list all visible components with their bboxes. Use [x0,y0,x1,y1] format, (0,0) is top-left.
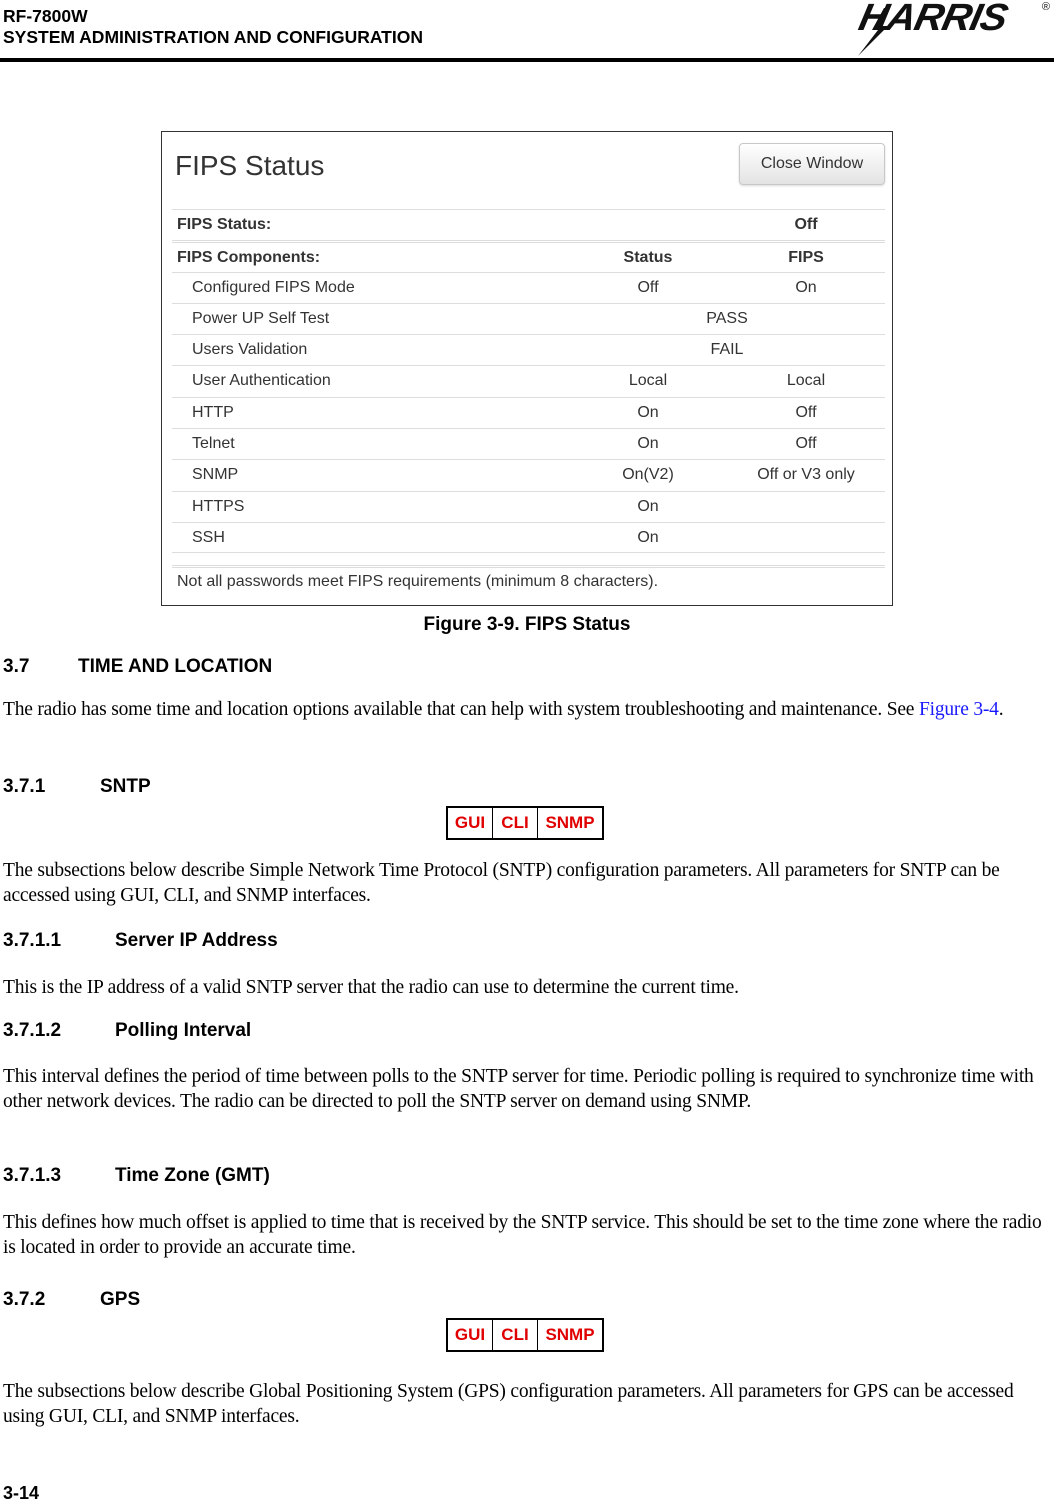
heading-3-7-1-3: 3.7.1.3 Time Zone (GMT) [3,1165,270,1187]
component-status: On [637,497,659,515]
component-label: HTTPS [192,497,245,515]
heading-3-7-1: 3.7.1 SNTP [3,776,151,798]
section-number: 3.7.1.3 [3,1165,62,1186]
interface-badges-sntp: GUI CLI SNMP [446,806,604,840]
component-fips-requirement: Off [795,403,817,421]
snmp-badge: SNMP [545,1325,595,1344]
password-warning: Not all passwords meet FIPS requirements… [177,573,659,590]
section-title: Server IP Address [115,930,278,951]
components-header-row: FIPS Components: Status FIPS [172,240,885,271]
window-title: FIPS Status [175,150,325,181]
fips-status-value: Off [794,216,818,233]
component-fips-requirement: Off or V3 only [757,466,855,484]
component-result: PASS [706,309,748,327]
harris-logo: HARRIS ® [850,0,1054,58]
component-status: On [637,528,659,546]
paragraph-server-ip: This is the IP address of a valid SNTP s… [3,977,739,998]
cli-badge: CLI [493,808,538,838]
manual-title: SYSTEM ADMINISTRATION AND CONFIGURATION [3,27,423,47]
document-header: RF-7800W SYSTEM ADMINISTRATION AND CONFI… [3,6,423,48]
components-header-label: FIPS Components: [177,249,321,267]
header-rule [0,58,1054,62]
close-window-button[interactable]: Close Window [739,143,885,185]
heading-3-7: 3.7 TIME AND LOCATION [3,656,272,678]
fips-column-header: FIPS [788,249,824,267]
component-row: Telnet On Off [172,428,885,459]
component-label: Telnet [192,435,235,453]
paragraph-sntp: The subsections below describe Simple Ne… [3,860,1000,906]
component-row: User Authentication Local Local [172,365,885,396]
gui-badge: GUI [448,808,493,838]
component-row: SSH On [172,521,885,554]
gui-badge: GUI [448,1320,493,1350]
logo-wordmark: HARRIS [855,0,1011,39]
paragraph-gps: The subsections below describe Global Po… [3,1381,1014,1427]
component-label: Power UP Self Test [192,309,330,327]
product-name: RF-7800W [3,6,88,26]
figure-caption: Figure 3-9. FIPS Status [423,614,631,635]
section-number: 3.7.1 [3,776,46,797]
fips-status-label: FIPS Status: [177,216,272,233]
section-number: 3.7.1.1 [3,930,62,951]
component-status: Off [637,278,659,296]
section-number: 3.7.2 [3,1289,46,1310]
figure-3-4-link[interactable]: Figure 3-4 [919,699,999,720]
paragraph-polling-interval: This interval defines the period of time… [3,1066,1034,1112]
component-label: HTTP [192,403,234,421]
component-fips-requirement: On [795,278,817,296]
paragraph-time-zone: This defines how much offset is applied … [3,1212,1042,1258]
heading-3-7-1-1: 3.7.1.1 Server IP Address [3,930,278,952]
fips-status-row: FIPS Status: Off [172,209,885,240]
component-fips-requirement: Local [786,372,826,390]
component-status: Local [628,372,668,390]
section-title: SNTP [100,776,151,797]
component-label: SSH [192,528,225,546]
component-row: HTTP On Off [172,396,885,428]
component-label: Configured FIPS Mode [192,278,355,296]
heading-3-7-1-2: 3.7.1.2 Polling Interval [3,1020,251,1042]
fips-table: FIPS Status: Off FIPS Components: Status… [172,209,885,554]
component-row: Configured FIPS Mode Off On [172,271,885,303]
heading-3-7-2: 3.7.2 GPS [3,1289,140,1311]
section-title: Polling Interval [115,1020,252,1041]
section-number: 3.7.1.2 [3,1020,62,1041]
component-label: Users Validation [192,341,308,359]
paragraph-text: The radio has some time and location opt… [3,699,919,720]
component-status: On(V2) [622,466,674,484]
note-divider [172,565,885,568]
component-status: On [637,403,659,421]
section-title: TIME AND LOCATION [78,656,273,677]
component-row: Users Validation FAIL [172,334,885,365]
component-row: SNMP On(V2) Off or V3 only [172,459,885,490]
component-label: SNMP [192,466,239,484]
paragraph-time-location: The radio has some time and location opt… [3,697,1053,722]
paragraph-text-end: . [998,699,1004,720]
component-result: FAIL [710,341,744,359]
section-title: GPS [100,1289,141,1310]
registered-mark: ® [1041,1,1050,13]
component-row: HTTPS On [172,490,885,522]
component-row: Power UP Self Test PASS [172,302,885,334]
component-status: On [637,435,659,453]
component-fips-requirement: Off [795,435,817,453]
status-column-header: Status [623,249,673,267]
fips-status-window: FIPS Status Close Window FIPS Status: Of… [161,131,893,606]
section-title: Time Zone (GMT) [115,1165,270,1186]
component-label: User Authentication [192,372,331,390]
page-number: 3-14 [3,1483,40,1503]
cli-badge: CLI [493,1320,538,1350]
interface-badges-gps: GUI CLI SNMP [446,1318,604,1352]
section-number: 3.7 [3,656,30,677]
snmp-badge: SNMP [545,813,595,832]
